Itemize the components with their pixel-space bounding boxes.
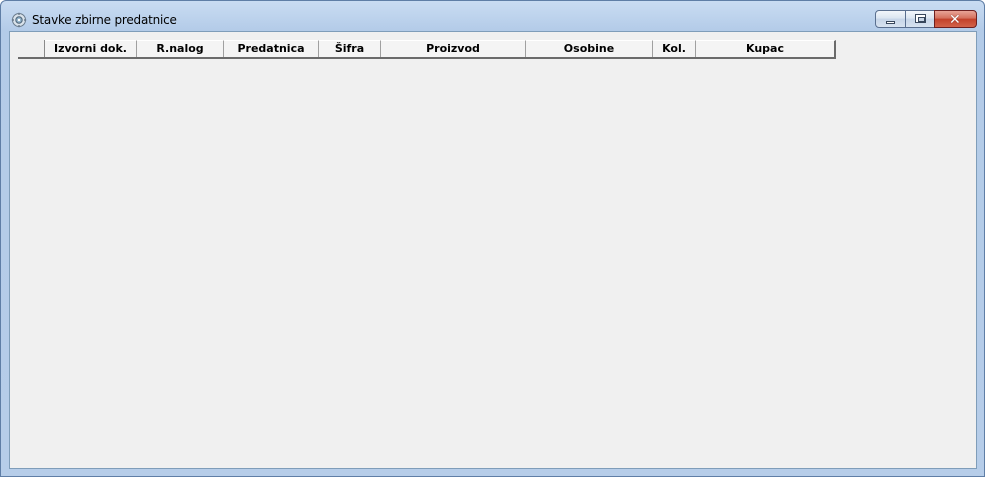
column-header-r-nalog[interactable]: R.nalog	[137, 40, 224, 57]
main-window: Stavke zbirne predatnice ✕ Izvorni dok. …	[0, 0, 985, 477]
column-header-predatnica[interactable]: Predatnica	[224, 40, 319, 57]
title-bar[interactable]: Stavke zbirne predatnice ✕	[1, 1, 984, 31]
client-area: Izvorni dok. R.nalog Predatnica Šifra Pr…	[9, 31, 977, 469]
maximize-button[interactable]	[905, 10, 935, 28]
row-indicator-header	[18, 40, 45, 57]
column-header-sifra[interactable]: Šifra	[319, 40, 381, 57]
column-header-kol[interactable]: Kol.	[653, 40, 696, 57]
window-title: Stavke zbirne predatnice	[32, 13, 177, 27]
column-header-proizvod[interactable]: Proizvod	[381, 40, 526, 57]
column-header-izvorni-dok[interactable]: Izvorni dok.	[45, 40, 137, 57]
close-button[interactable]: ✕	[934, 10, 977, 28]
column-header-kupac[interactable]: Kupac	[696, 40, 836, 57]
minimize-button[interactable]	[875, 10, 906, 28]
minimize-icon	[886, 21, 895, 24]
close-icon: ✕	[949, 12, 961, 28]
column-header-osobine[interactable]: Osobine	[526, 40, 653, 57]
restore-icon	[915, 14, 926, 23]
app-gear-icon	[11, 12, 27, 28]
caption-buttons: ✕	[875, 10, 977, 30]
grid-header: Izvorni dok. R.nalog Predatnica Šifra Pr…	[18, 40, 836, 59]
